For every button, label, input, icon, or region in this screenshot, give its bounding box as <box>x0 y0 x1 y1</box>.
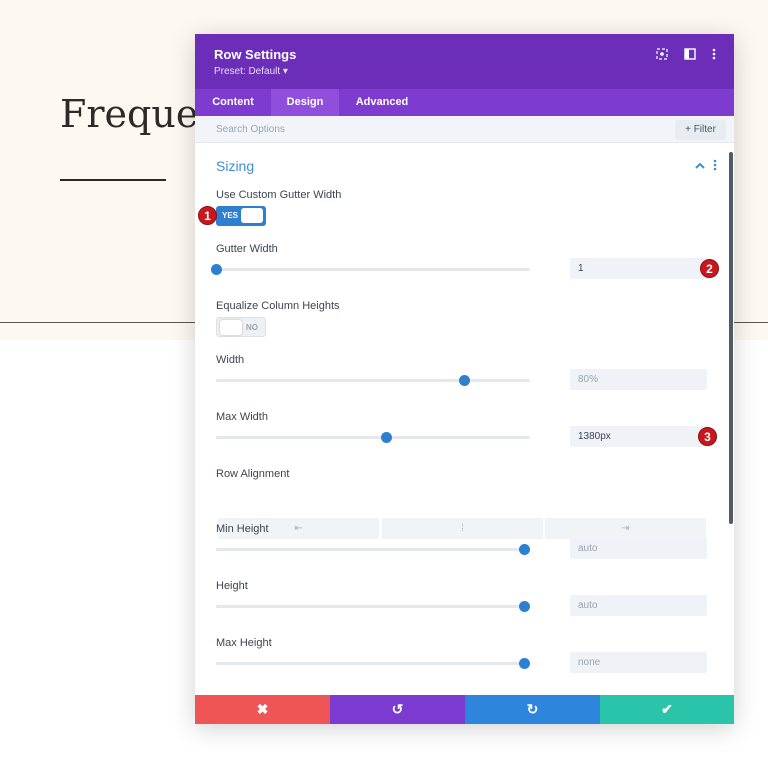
tab-advanced[interactable]: Advanced <box>347 89 417 116</box>
cancel-button[interactable]: ✖ <box>195 695 330 724</box>
equalize-toggle[interactable]: NO <box>216 317 266 337</box>
width-input[interactable]: 80% <box>570 369 707 390</box>
modal-title: Row Settings <box>214 47 297 62</box>
section-options-icon[interactable] <box>713 159 717 174</box>
more-vert-icon[interactable] <box>707 47 721 61</box>
min-height-label: Min Height <box>216 523 269 535</box>
settings-content: Sizing Use Custom Gutter Width YES Gutte… <box>195 143 734 695</box>
max-width-input[interactable]: 1380px <box>570 426 707 447</box>
filter-button[interactable]: + Filter <box>675 120 726 140</box>
slider-thumb[interactable] <box>518 601 530 612</box>
row-settings-modal: Row Settings Preset: Default ▾ Content D… <box>195 34 734 724</box>
target-icon[interactable] <box>655 47 669 61</box>
redo-button[interactable]: ↻ <box>465 695 600 724</box>
max-width-label: Max Width <box>216 411 268 423</box>
slider-thumb[interactable] <box>518 544 530 555</box>
section-title[interactable]: Sizing <box>216 158 254 174</box>
toggle-knob <box>220 320 242 335</box>
height-input[interactable]: auto <box>570 595 707 616</box>
modal-footer: ✖ ↺ ↻ ✔ <box>195 695 734 724</box>
custom-gutter-toggle[interactable]: YES <box>216 206 266 226</box>
width-slider[interactable] <box>216 375 530 386</box>
max-height-slider[interactable] <box>216 658 530 669</box>
gutter-width-label: Gutter Width <box>216 243 278 255</box>
row-alignment-group: ⇤ ⁞ ⇥ <box>218 518 708 539</box>
toggle-state: NO <box>246 323 258 332</box>
align-right-button[interactable]: ⇥ <box>545 518 706 539</box>
callout-badge-3: 3 <box>698 427 717 446</box>
slider-thumb[interactable] <box>459 375 471 386</box>
heading-underline <box>60 179 166 181</box>
callout-badge-1: 1 <box>198 206 217 225</box>
tab-content[interactable]: Content <box>203 89 263 116</box>
search-input[interactable]: Search Options <box>216 124 285 135</box>
slider-thumb[interactable] <box>211 264 222 275</box>
save-button[interactable]: ✔ <box>600 695 734 724</box>
row-alignment-label: Row Alignment <box>216 468 290 480</box>
search-bar: Search Options + Filter <box>195 116 734 143</box>
scrollbar[interactable] <box>729 152 733 524</box>
tab-design[interactable]: Design <box>271 89 339 116</box>
height-slider[interactable] <box>216 601 530 612</box>
slider-thumb[interactable] <box>518 658 530 669</box>
min-height-input[interactable]: auto <box>570 538 707 559</box>
settings-tabs: Content Design Advanced <box>195 89 734 116</box>
undo-button[interactable]: ↺ <box>330 695 465 724</box>
width-label: Width <box>216 354 245 366</box>
preset-selector[interactable]: Preset: Default ▾ <box>214 66 288 77</box>
callout-badge-2: 2 <box>700 259 719 278</box>
custom-gutter-label: Use Custom Gutter Width <box>216 189 342 201</box>
toggle-state: YES <box>222 211 239 220</box>
min-height-slider[interactable] <box>216 544 530 555</box>
slider-thumb[interactable] <box>380 432 392 443</box>
sidebar-icon[interactable] <box>683 47 697 61</box>
toggle-knob <box>241 208 263 223</box>
max-height-label: Max Height <box>216 637 272 649</box>
equalize-label: Equalize Column Heights <box>216 300 340 312</box>
gutter-width-input[interactable]: 1 <box>570 258 707 279</box>
max-width-slider[interactable] <box>216 432 530 443</box>
chevron-up-icon[interactable] <box>695 161 705 172</box>
height-label: Height <box>216 580 248 592</box>
align-center-button[interactable]: ⁞ <box>382 518 543 539</box>
modal-header: Row Settings Preset: Default ▾ <box>195 34 734 89</box>
gutter-width-slider[interactable] <box>211 264 530 275</box>
max-height-input[interactable]: none <box>570 652 707 673</box>
